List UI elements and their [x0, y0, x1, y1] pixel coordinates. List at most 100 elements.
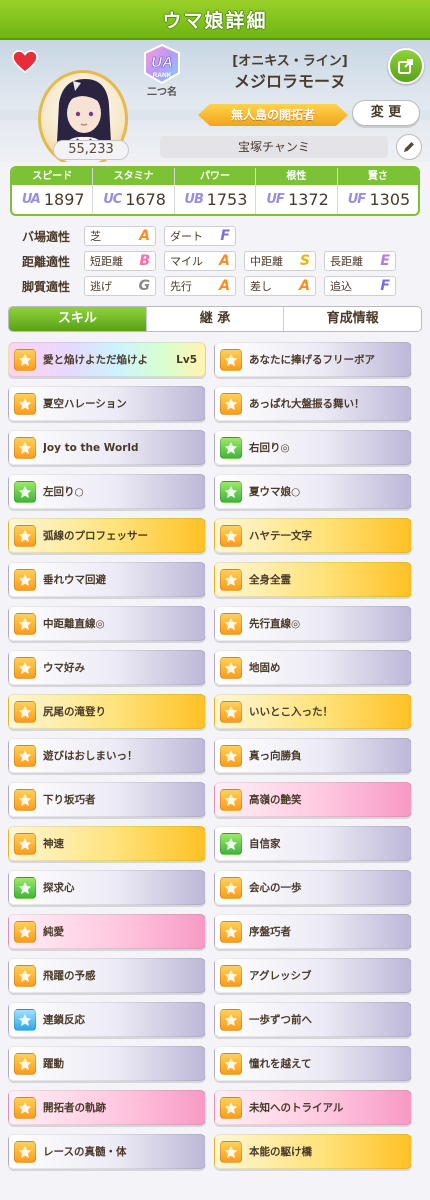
- page-title: ウマ娘詳細: [162, 9, 268, 32]
- share-icon: [398, 59, 413, 74]
- skill-icon: [220, 788, 242, 811]
- skill-item[interactable]: 高嶺の艶笑: [214, 782, 412, 817]
- skill-item[interactable]: 飛躍の予感: [8, 958, 206, 993]
- skill-item[interactable]: 夏ウマ娘○: [214, 474, 412, 509]
- skill-icon: [220, 832, 242, 855]
- skill-item[interactable]: 憧れを越えて: [214, 1046, 412, 1081]
- skill-icon: [14, 788, 36, 811]
- stat-value: 1305: [369, 190, 411, 209]
- skill-icon: [220, 1052, 242, 1075]
- aptitude-name: 差し: [250, 280, 272, 293]
- skill-name: 会心の一歩: [249, 882, 302, 894]
- skill-icon: [14, 436, 36, 459]
- skill-name: レースの真髄・体: [43, 1146, 127, 1158]
- skill-icon: [14, 832, 36, 855]
- aptitude-cell: 短距離 B: [84, 251, 156, 271]
- title-ribbon: 無人島の開拓者: [198, 104, 348, 126]
- skill-item[interactable]: 右回り◎: [214, 430, 412, 465]
- skill-icon: [14, 1008, 36, 1031]
- skill-level: Lv5: [176, 353, 197, 366]
- skill-name: ウマ好み: [43, 662, 85, 674]
- rank-label: UA: [151, 54, 173, 71]
- skill-item[interactable]: 躍動: [8, 1046, 206, 1081]
- stat-stamina: スタミナ UC 1678: [93, 168, 175, 214]
- skill-item[interactable]: 神速: [8, 826, 206, 861]
- skill-icon: [14, 392, 36, 415]
- skill-item[interactable]: 探求心: [8, 870, 206, 905]
- tab-training-info[interactable]: 育成情報: [284, 307, 421, 331]
- skill-item[interactable]: 愛と焔けよただ焔けよ Lv5: [8, 342, 206, 377]
- aptitude-cell: 芝A: [84, 226, 156, 246]
- stat-speed: スピード UA 1897: [12, 168, 94, 214]
- skill-icon: [220, 876, 242, 899]
- skill-item[interactable]: あっぱれ大盤振る舞い！: [214, 386, 412, 421]
- aptitude-label: 脚質適性: [22, 279, 71, 294]
- aptitude-cell: ダート F: [164, 226, 236, 246]
- skill-icon: [14, 348, 36, 371]
- skill-item[interactable]: いいとこ入った！: [214, 694, 412, 729]
- skill-item[interactable]: 先行直線◎: [214, 606, 412, 641]
- skill-item[interactable]: あなたに捧げるフリーボア: [214, 342, 412, 377]
- aptitude-name: マイル: [170, 255, 203, 268]
- skill-name: 純愛: [43, 926, 64, 938]
- skill-name: 連鎖反応: [43, 1014, 85, 1026]
- rank-badge-icon[interactable]: UA RANK: [140, 44, 184, 84]
- skill-name: アグレッシブ: [249, 970, 312, 982]
- tab-inheritance[interactable]: 継 承: [146, 307, 285, 331]
- skill-item[interactable]: 純愛: [8, 914, 206, 949]
- skill-item[interactable]: ハヤテ一文字: [214, 518, 412, 553]
- skill-item[interactable]: 地固め: [214, 650, 412, 685]
- skill-name: 憧れを越えて: [249, 1058, 312, 1070]
- skill-item[interactable]: 遊びはおしまいっ！: [8, 738, 206, 773]
- skill-name: あっぱれ大盤振る舞い！: [249, 398, 365, 410]
- skill-name: 自信家: [249, 838, 281, 850]
- skill-item[interactable]: 会心の一歩: [214, 870, 412, 905]
- title-bar: ウマ娘詳細: [0, 0, 430, 40]
- skill-item[interactable]: 全身全霊: [214, 562, 412, 597]
- skill-item[interactable]: 夏空ハレーション: [8, 386, 206, 421]
- skill-item[interactable]: 開拓者の軌跡: [8, 1090, 206, 1125]
- skill-item[interactable]: 左回り○: [8, 474, 206, 509]
- skill-icon: [220, 1140, 242, 1163]
- skill-item[interactable]: 一歩ずつ前へ: [214, 1002, 412, 1037]
- skill-name: 遊びはおしまいっ！: [43, 750, 138, 762]
- change-title-button[interactable]: 変 更: [352, 100, 420, 126]
- skill-name: 夏空ハレーション: [43, 398, 127, 410]
- tab-skills[interactable]: スキル: [9, 307, 147, 331]
- stat-label: 賢さ: [337, 168, 418, 185]
- edit-button[interactable]: [396, 134, 422, 160]
- skill-item[interactable]: 本能の駆け橋: [214, 1134, 412, 1169]
- skill-item[interactable]: 真っ向勝負: [214, 738, 412, 773]
- rank-subtitle: 二つ名: [147, 87, 177, 98]
- skill-item[interactable]: 下り坂巧者: [8, 782, 206, 817]
- skill-item[interactable]: アグレッシブ: [214, 958, 412, 993]
- stat-value: 1372: [288, 190, 329, 209]
- skill-icon: [220, 612, 242, 635]
- skill-name: 躍動: [43, 1058, 64, 1070]
- aptitude-cell: 差し A: [244, 276, 316, 296]
- skill-item[interactable]: 中距離直線◎: [8, 606, 206, 641]
- share-button[interactable]: [388, 48, 424, 84]
- skill-icon: [220, 920, 242, 943]
- skill-name: 尻尾の滝登り: [43, 706, 106, 718]
- skill-item[interactable]: 序盤巧者: [214, 914, 412, 949]
- skill-item[interactable]: 未知へのトライアル: [214, 1090, 412, 1125]
- skill-item[interactable]: 尻尾の滝登り: [8, 694, 206, 729]
- skill-icon: [220, 436, 242, 459]
- skill-item[interactable]: 自信家: [214, 826, 412, 861]
- skill-item[interactable]: ウマ好み: [8, 650, 206, 685]
- skill-item[interactable]: 垂れウマ回避: [8, 562, 206, 597]
- stat-grade-badge: UA: [21, 192, 41, 207]
- favorite-heart-icon[interactable]: [12, 50, 38, 74]
- skill-name: 下り坂巧者: [43, 794, 96, 806]
- skill-icon: [14, 920, 36, 943]
- skill-name: 中距離直線◎: [43, 618, 105, 630]
- skill-name: 探求心: [43, 882, 75, 894]
- skill-item[interactable]: Joy to the World: [8, 430, 206, 465]
- skill-item[interactable]: 弧線のプロフェッサー: [8, 518, 206, 553]
- skill-name: 先行直線◎: [249, 618, 301, 630]
- skill-item[interactable]: 連鎖反応: [8, 1002, 206, 1037]
- skill-item[interactable]: レースの真髄・体: [8, 1134, 206, 1169]
- aptitude-grade: F: [220, 228, 230, 244]
- skill-icon: [220, 348, 242, 371]
